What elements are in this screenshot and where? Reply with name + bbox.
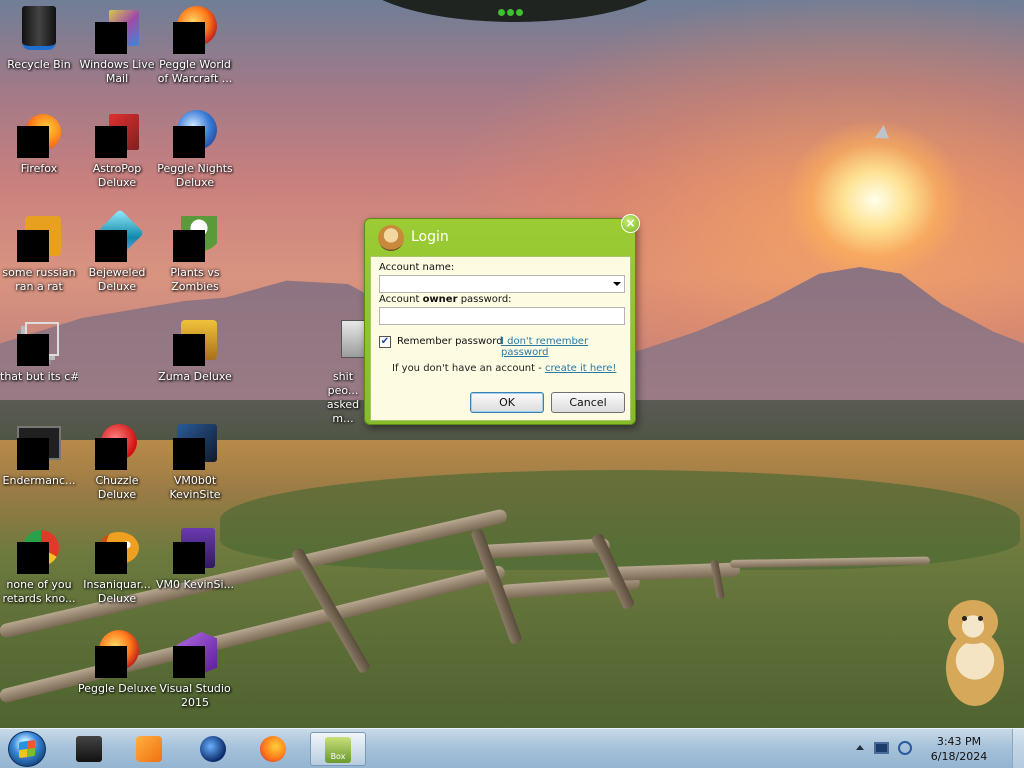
- remember-password-checkbox[interactable]: ✔: [379, 336, 391, 348]
- bejeweled-icon: [93, 208, 145, 262]
- desktop-icon-label: Insaniquar... Deluxe: [83, 578, 151, 605]
- zuma-icon: [171, 318, 219, 366]
- system-tray: 3:43 PM 6/18/2024: [854, 729, 1024, 768]
- desktop-icon-label: Endermanc...: [2, 474, 76, 487]
- desktop-icon-label: Peggle Deluxe: [78, 682, 156, 695]
- desktop-icon-label: Chuzzle Deluxe: [95, 474, 139, 501]
- desktop-icon-bejeweled[interactable]: Bejeweled Deluxe: [78, 208, 156, 300]
- mouse-cursor: [874, 125, 894, 145]
- windows-logo-icon: [19, 739, 35, 759]
- vm-icon: [171, 422, 219, 470]
- peggle-icon: [171, 6, 219, 54]
- chuzzle-icon: [93, 422, 141, 470]
- desktop-icon-label: Windows Live Mail: [79, 58, 155, 85]
- mail-icon: [93, 6, 141, 54]
- show-hidden-icons-icon[interactable]: [856, 745, 864, 750]
- desktop-icon-label: some russian ran a rat: [2, 266, 76, 293]
- desktop-icon-vm0-kevinsite[interactable]: VM0 KevinSi...: [156, 520, 234, 612]
- desktop-icon-insaniquarium[interactable]: Insaniquar... Deluxe: [78, 520, 156, 612]
- peggle-nights-icon: [171, 110, 219, 158]
- desktop-icon-label: that but its c#: [0, 370, 78, 383]
- desktop-icon-peggle-wow[interactable]: Peggle World of Warcraft ...: [156, 0, 234, 92]
- desktop-icon-some-russian[interactable]: some russian ran a rat: [0, 208, 78, 300]
- desktop-icon-label: Bejeweled Deluxe: [88, 266, 146, 293]
- hamster-desktop-pet[interactable]: [940, 600, 1006, 710]
- chrome-icon: [15, 526, 63, 574]
- desktop-icon-vm0b0t-kevinsite[interactable]: VM0b0t KevinSite: [156, 416, 234, 508]
- create-account-link[interactable]: create it here!: [545, 363, 616, 374]
- desktop-icon-label: Visual Studio 2015: [159, 682, 231, 709]
- desktop-icon-plants-vs-zombies[interactable]: Plants vs Zombies: [156, 208, 234, 300]
- taskbar: Box 3:43 PM 6/18/2024: [0, 728, 1024, 768]
- taskbar-app-terminal[interactable]: [64, 732, 114, 766]
- forgot-password-link[interactable]: I don't remember password: [501, 336, 630, 358]
- desktop-icon-zuma[interactable]: Zuma Deluxe: [156, 312, 234, 404]
- insaniquarium-icon: [93, 526, 141, 574]
- close-icon[interactable]: ×: [621, 214, 640, 233]
- desktop-icon-label: shit peo... asked m...: [326, 370, 360, 425]
- desktop-icon-label: none of you retards kno...: [2, 578, 76, 605]
- stacked-windows-icon: [15, 318, 63, 366]
- login-dialog: Login Account name: Account owner passwo…: [364, 218, 636, 425]
- taskbar-app-browser[interactable]: [188, 732, 238, 766]
- password-label: Account owner password:: [379, 294, 512, 305]
- globe-icon: [200, 736, 226, 762]
- desktop-icon-label: Peggle Nights Deluxe: [157, 162, 233, 189]
- desktop-icon-peggle-nights[interactable]: Peggle Nights Deluxe: [156, 104, 234, 196]
- peggle-icon: [93, 630, 141, 678]
- clock[interactable]: 3:43 PM 6/18/2024: [916, 734, 1002, 764]
- vm-icon: [171, 526, 219, 574]
- media-player-icon: [136, 736, 162, 762]
- hamster-logo-icon: [378, 225, 404, 251]
- firefox-icon: [15, 110, 63, 158]
- gadget-indicator-lights: [498, 6, 528, 16]
- astropop-icon: [93, 110, 141, 158]
- desktop-icon-endermanc[interactable]: Endermanc...: [0, 416, 78, 508]
- recycle-bin-icon: [15, 6, 63, 54]
- network-icon[interactable]: [898, 741, 912, 755]
- desktop-icon-label: Zuma Deluxe: [158, 370, 232, 383]
- desktop-icon-visual-studio[interactable]: Visual Studio 2015: [156, 624, 234, 716]
- desktop-icon-peggle-deluxe[interactable]: Peggle Deluxe: [78, 624, 156, 716]
- ok-button[interactable]: OK: [470, 392, 544, 413]
- desktop-icon-label: Plants vs Zombies: [170, 266, 220, 293]
- taskbar-app-firefox[interactable]: [248, 732, 298, 766]
- desktop-icon-label: Firefox: [20, 162, 58, 175]
- start-button[interactable]: [8, 731, 46, 767]
- desktop-icon-label: VM0b0t KevinSite: [169, 474, 221, 501]
- clock-date: 6/18/2024: [930, 750, 988, 763]
- desktop-icon-astropop[interactable]: AstroPop Deluxe: [78, 104, 156, 196]
- desktop-icon-chuzzle[interactable]: Chuzzle Deluxe: [78, 416, 156, 508]
- show-desktop-button[interactable]: [1012, 729, 1024, 768]
- taskbar-app-media-player[interactable]: [124, 732, 174, 766]
- password-field[interactable]: [379, 307, 625, 325]
- account-name-label: Account name:: [379, 262, 455, 273]
- visual-studio-icon: [171, 630, 219, 678]
- firefox-icon: [260, 736, 286, 762]
- desktop-icon-none-of-you[interactable]: none of you retards kno...: [0, 520, 78, 612]
- desktop-icon-windows-live-mail[interactable]: Windows Live Mail: [78, 0, 156, 92]
- remember-password-label[interactable]: Remember password: [397, 336, 503, 347]
- monitor-icon[interactable]: [874, 742, 889, 754]
- desktop-icon-recycle-bin[interactable]: Recycle Bin: [0, 0, 78, 92]
- box-icon: Box: [325, 737, 351, 763]
- dialog-title: Login: [411, 229, 449, 245]
- no-account-text: If you don't have an account - create it…: [392, 363, 617, 374]
- clock-time: 3:43 PM: [936, 735, 982, 748]
- cancel-button[interactable]: Cancel: [551, 392, 625, 413]
- desktop-icon-label: AstroPop Deluxe: [92, 162, 142, 189]
- desktop-icon-firefox[interactable]: Firefox: [0, 104, 78, 196]
- desktop-icon-label: Peggle World of Warcraft ...: [157, 58, 233, 85]
- terminal-icon: [76, 736, 102, 762]
- account-name-combobox[interactable]: [379, 275, 625, 293]
- shortcut-icon: [15, 214, 63, 262]
- dropdown-arrow-icon[interactable]: [613, 282, 621, 286]
- desktop-icon-label: VM0 KevinSi...: [156, 578, 234, 591]
- terminal-icon: [15, 422, 63, 470]
- desktop-icon-label: Recycle Bin: [7, 58, 71, 71]
- plants-vs-zombies-icon: [171, 214, 219, 262]
- login-form: Account name: Account owner password: ✔ …: [370, 256, 631, 421]
- desktop-icon-that-but-its-csharp[interactable]: that but its c#: [0, 312, 78, 404]
- taskbar-app-box[interactable]: Box: [310, 732, 366, 766]
